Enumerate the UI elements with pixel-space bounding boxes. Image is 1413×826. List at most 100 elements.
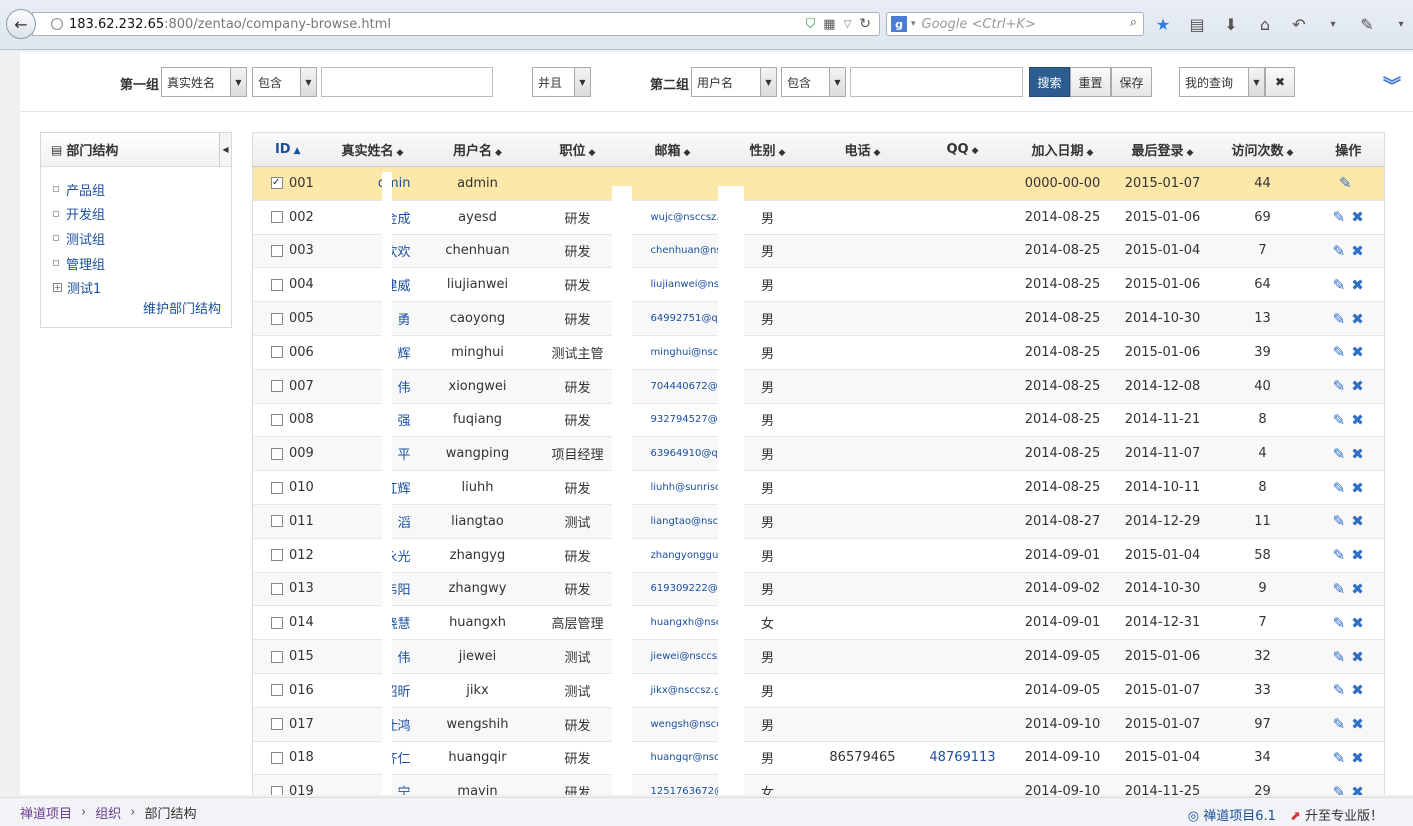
- id-cell[interactable]: 013: [252, 572, 323, 607]
- qq-cell[interactable]: [912, 234, 1013, 269]
- realname-cell[interactable]: 金成: [322, 200, 423, 235]
- group1-field-select[interactable]: 真实姓名 ▼: [161, 67, 247, 97]
- qq-cell[interactable]: [912, 200, 1013, 235]
- realname-cell[interactable]: 平: [322, 436, 423, 472]
- upgrade-link[interactable]: ⬈ 升至专业版！: [1290, 805, 1383, 824]
- realname-cell[interactable]: 晓慧: [322, 605, 423, 641]
- reading-list-icon[interactable]: ▤: [1186, 13, 1208, 35]
- column-header[interactable]: 用户名 ◆: [422, 132, 533, 167]
- delete-x-icon[interactable]: ✖: [1351, 276, 1364, 294]
- id-cell[interactable]: 008: [252, 403, 323, 438]
- realname-cell[interactable]: 仕鸿: [322, 707, 423, 742]
- dept-item-mgmt[interactable]: 管理组: [53, 251, 231, 276]
- edit-pencil-icon[interactable]: ✎: [1333, 512, 1346, 530]
- email-cell[interactable]: 1251763672@qq: [622, 774, 723, 795]
- email-cell[interactable]: wengsh@nsccs: [622, 707, 723, 742]
- id-cell[interactable]: 018: [252, 741, 323, 776]
- delete-x-icon[interactable]: ✖: [1351, 749, 1364, 767]
- qq-cell[interactable]: [912, 335, 1013, 370]
- edit-pencil-icon[interactable]: ✎: [1333, 242, 1346, 260]
- collapse-left-icon[interactable]: ◀: [219, 133, 231, 166]
- row-checkbox[interactable]: [271, 785, 283, 795]
- dept-item-test[interactable]: 测试组: [53, 226, 231, 251]
- save-query-button[interactable]: 保存: [1111, 67, 1152, 97]
- realname-cell[interactable]: 滔: [322, 504, 423, 539]
- back-button[interactable]: ←: [6, 9, 36, 39]
- row-checkbox[interactable]: [271, 481, 283, 494]
- edit-pencil-icon[interactable]: ✎: [1333, 343, 1346, 361]
- row-checkbox[interactable]: [271, 650, 283, 663]
- email-cell[interactable]: liujianwei@nsc: [622, 267, 723, 303]
- email-cell[interactable]: jikx@nsccsz.go: [622, 673, 723, 708]
- column-header[interactable]: 性别 ◆: [722, 132, 813, 167]
- email-cell[interactable]: wujc@nsccsz.g: [622, 200, 723, 235]
- dept-item-dev[interactable]: 开发组: [53, 202, 231, 227]
- delete-x-icon[interactable]: ✖: [1351, 208, 1364, 226]
- realname-cell[interactable]: dmin: [322, 166, 423, 201]
- realname-cell[interactable]: 建威: [322, 267, 423, 303]
- column-header[interactable]: 职位 ◆: [532, 132, 623, 167]
- realname-cell[interactable]: 勇: [322, 301, 423, 336]
- qq-cell[interactable]: [912, 504, 1013, 539]
- edit-pencil-icon[interactable]: ✎: [1333, 783, 1346, 795]
- edit-pencil-icon[interactable]: ✎: [1333, 749, 1346, 767]
- table-row[interactable]: 008强fuqiang研发932794527@qq.男2014-08-25201…: [252, 403, 1385, 438]
- email-cell[interactable]: 63964910@qq.c: [622, 436, 723, 472]
- email-cell[interactable]: 64992751@qq.c: [622, 301, 723, 336]
- logic-select[interactable]: 并且 ▼: [532, 67, 591, 97]
- column-header[interactable]: 电话 ◆: [812, 132, 913, 167]
- version-link[interactable]: ◎ 禅道项目6.1: [1188, 805, 1276, 824]
- delete-x-icon[interactable]: ✖: [1351, 242, 1364, 260]
- group1-value-input[interactable]: [321, 67, 493, 97]
- delete-x-icon[interactable]: ✖: [1351, 614, 1364, 632]
- row-checkbox[interactable]: [271, 278, 283, 291]
- qq-cell[interactable]: [912, 639, 1013, 674]
- id-cell[interactable]: 004: [252, 267, 323, 303]
- id-cell[interactable]: 011: [252, 504, 323, 539]
- tools-icon[interactable]: ✎: [1356, 13, 1378, 35]
- table-row[interactable]: 018 齐仁 huangqir 研发 huangqr@nscc 男 86579465 4876…: [252, 741, 1385, 776]
- group1-operator-select[interactable]: 包含 ▼: [252, 67, 317, 97]
- column-header[interactable]: ID ▲: [252, 132, 323, 167]
- qq-cell[interactable]: [912, 707, 1013, 742]
- download-icon[interactable]: ⬇: [1220, 13, 1242, 35]
- table-row[interactable]: 009平wangping项目经理63964910@qq.c男2014-08-25…: [252, 436, 1385, 472]
- my-query-select[interactable]: 我的查询 ▼: [1179, 67, 1265, 97]
- realname-cell[interactable]: 伟: [322, 369, 423, 404]
- id-cell[interactable]: 006: [252, 335, 323, 370]
- home-icon[interactable]: ⌂: [1254, 13, 1276, 35]
- delete-query-button[interactable]: ✖: [1265, 67, 1295, 97]
- delete-x-icon[interactable]: ✖: [1351, 681, 1364, 699]
- email-cell[interactable]: 619309222@qq.: [622, 572, 723, 607]
- menu-dropdown-icon[interactable]: ▾: [1390, 13, 1412, 35]
- qq-cell[interactable]: [912, 166, 1013, 201]
- double-chevron-down-icon[interactable]: ︾: [1383, 72, 1401, 98]
- email-cell[interactable]: 932794527@qq.: [622, 403, 723, 438]
- engine-dropdown-icon[interactable]: ▾: [911, 19, 916, 29]
- id-cell[interactable]: 012: [252, 538, 323, 573]
- shield-icon[interactable]: ⛉: [806, 17, 816, 32]
- breadcrumb-org[interactable]: 组织: [95, 803, 121, 822]
- table-row[interactable]: 013韦阳zhangwy研发619309222@qq.男2014-09-0220…: [252, 572, 1385, 607]
- dropdown-icon[interactable]: ▽: [844, 19, 852, 30]
- qq-cell[interactable]: [912, 436, 1013, 472]
- email-cell[interactable]: zhangyongguang: [622, 538, 723, 573]
- table-row[interactable]: 011 滔 liangtao 测试 liangtao@nsccs 男 2014-08-27 2…: [252, 504, 1385, 539]
- edit-pencil-icon[interactable]: ✎: [1333, 580, 1346, 598]
- row-checkbox[interactable]: [271, 616, 283, 629]
- row-checkbox[interactable]: [271, 718, 283, 731]
- edit-pencil-icon[interactable]: ✎: [1333, 546, 1346, 564]
- qq-cell[interactable]: [912, 267, 1013, 303]
- delete-x-icon[interactable]: ✖: [1351, 580, 1364, 598]
- table-row[interactable]: 002 金成 ayesd 研发 wujc@nsccsz.g 男 2014-08-25 2015…: [252, 200, 1385, 235]
- column-header[interactable]: QQ ◆: [912, 132, 1013, 167]
- table-row[interactable]: 017 仕鸿 wengshih 研发 wengsh@nsccs 男 2014-09-10 20…: [252, 707, 1385, 742]
- table-row[interactable]: 014 晓慧 huangxh 高层管理 huangxh@nscc 女 2014-09-01 2…: [252, 605, 1385, 641]
- id-cell[interactable]: 016: [252, 673, 323, 708]
- qq-cell[interactable]: [912, 572, 1013, 607]
- id-cell[interactable]: 009: [252, 436, 323, 472]
- email-cell[interactable]: liangtao@nsccs: [622, 504, 723, 539]
- group2-value-input[interactable]: [850, 67, 1023, 97]
- history-dropdown-icon[interactable]: ▾: [1322, 13, 1344, 35]
- email-cell[interactable]: huangxh@nscc: [622, 605, 723, 641]
